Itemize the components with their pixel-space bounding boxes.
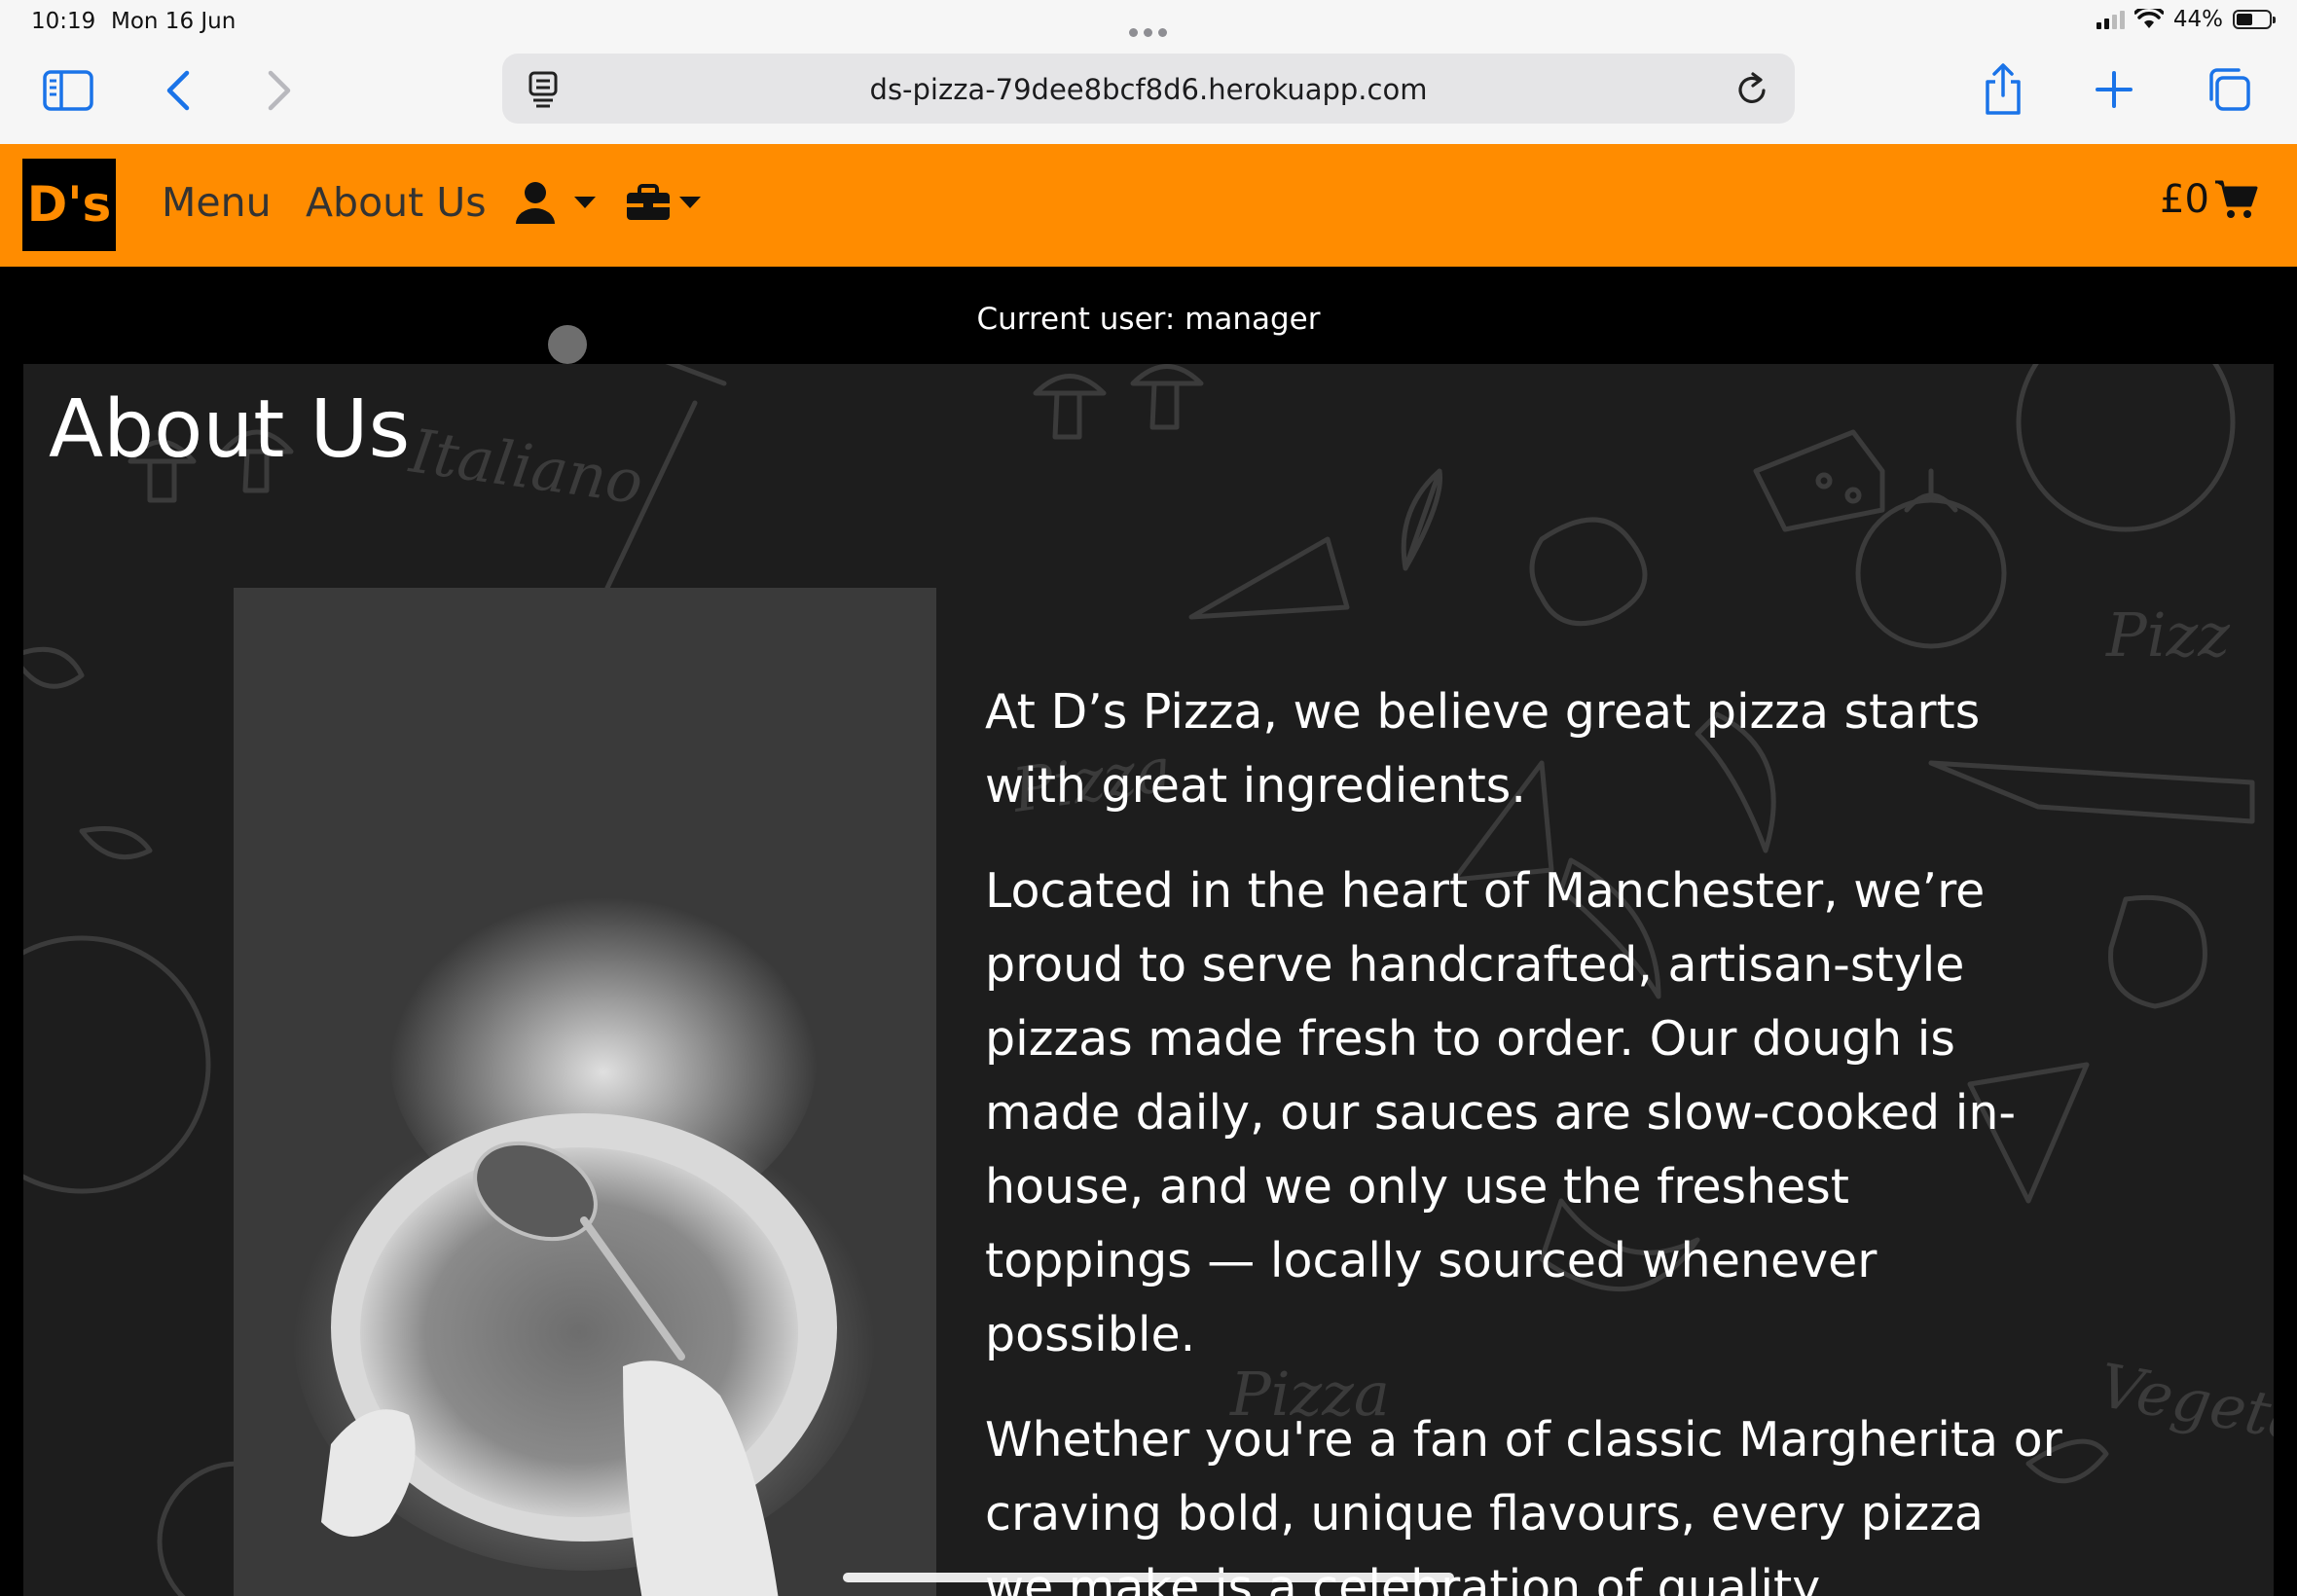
page-content: Current user: manager Italiano Pizz Pizz…	[0, 267, 2297, 1596]
home-indicator[interactable]	[843, 1573, 1454, 1582]
pizza-dough-photo	[234, 588, 936, 1596]
site-navbar: D's Menu About Us £0	[0, 144, 2297, 267]
pointer-cursor	[548, 325, 587, 364]
wifi-icon	[2133, 9, 2164, 28]
svg-text:Pizz: Pizz	[2105, 599, 2230, 671]
shopping-cart-icon	[2215, 180, 2258, 218]
sidebar-icon[interactable]	[43, 70, 93, 111]
address-bar[interactable]: ds-pizza-79dee8bcf8d6.herokuapp.com	[502, 54, 1795, 124]
about-paragraph: Located in the heart of Manchester, we’r…	[985, 863, 2017, 1362]
tabs-overview-icon[interactable]	[2206, 66, 2252, 113]
brand-logo[interactable]: D's	[22, 159, 116, 251]
status-indicators: 44%	[2096, 7, 2276, 32]
nav-link-menu[interactable]: Menu	[162, 179, 272, 226]
status-date: Mon 16 Jun	[111, 9, 237, 34]
multitasking-dots[interactable]	[1126, 18, 1170, 43]
url-text[interactable]: ds-pizza-79dee8bcf8d6.herokuapp.com	[502, 73, 1795, 106]
share-icon[interactable]	[1982, 62, 2024, 117]
about-paragraph: Whether you're a fan of classic Margheri…	[985, 1412, 2062, 1596]
page-title: About Us	[49, 383, 411, 476]
current-user-label: Current user: manager	[976, 302, 1321, 337]
browser-toolbar: ds-pizza-79dee8bcf8d6.herokuapp.com	[0, 49, 2297, 144]
svg-text:Italiano: Italiano	[405, 415, 647, 518]
toolbox-dropdown-icon[interactable]	[625, 181, 705, 226]
cart-total: £0	[2160, 177, 2209, 222]
reload-icon[interactable]	[1734, 71, 1769, 108]
battery-percent: 44%	[2172, 7, 2223, 32]
forward-icon[interactable]	[265, 70, 294, 111]
back-icon[interactable]	[164, 70, 193, 111]
status-time: 10:19	[31, 9, 96, 34]
nav-link-about-us[interactable]: About Us	[306, 179, 487, 226]
battery-icon	[2233, 10, 2276, 29]
status-bar: 10:19 Mon 16 Jun 44%	[0, 0, 2297, 49]
cart-button[interactable]: £0	[2160, 177, 2258, 222]
about-text: At D’s Pizza, we believe great pizza sta…	[985, 675, 2065, 1596]
about-paragraph: At D’s Pizza, we believe great pizza sta…	[985, 684, 1981, 814]
cellular-signal-icon	[2096, 11, 2125, 29]
new-tab-icon[interactable]	[2095, 70, 2133, 109]
svg-text:Vegeta: Vegeta	[2094, 1350, 2274, 1456]
user-dropdown-icon[interactable]	[514, 181, 602, 226]
about-section: Italiano Pizz Pizza Vegeta Pizza About U…	[23, 364, 2274, 1596]
